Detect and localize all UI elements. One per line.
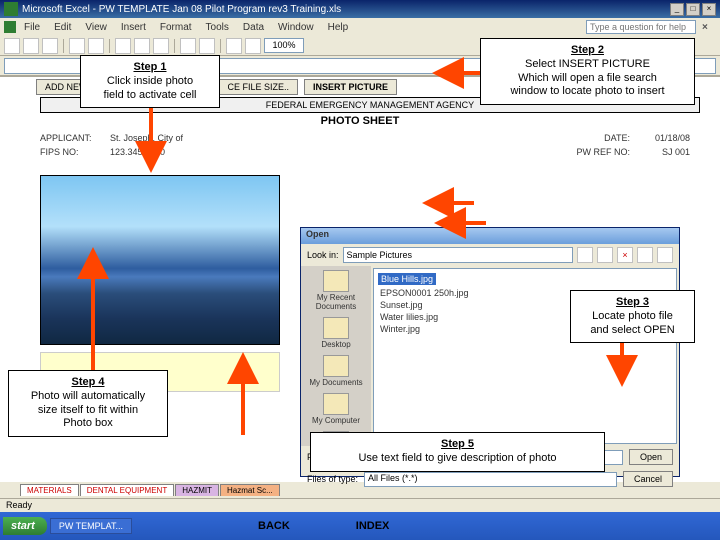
undo-icon[interactable]	[180, 38, 196, 54]
step1-callout: Step 1 Click inside photo field to activ…	[80, 55, 220, 108]
lookin-label: Look in:	[307, 250, 339, 260]
place-desktop[interactable]: Desktop	[303, 317, 369, 349]
sheet-tab[interactable]: DENTAL EQUIPMENT	[80, 484, 174, 496]
reduce-file-size-button[interactable]: CE FILE SIZE..	[219, 79, 299, 95]
menubar: File Edit View Insert Format Tools Data …	[0, 18, 720, 36]
step1-arrow	[144, 105, 158, 168]
pwref-value: SJ 001	[630, 147, 690, 161]
cancel-button[interactable]: Cancel	[623, 471, 673, 487]
sort-desc-icon[interactable]	[245, 38, 261, 54]
print-icon[interactable]	[69, 38, 85, 54]
menu-format[interactable]: Format	[154, 21, 198, 34]
step5-callout: Step 5 Use text field to give descriptio…	[310, 432, 605, 472]
back-button[interactable]: BACK	[250, 516, 298, 536]
insert-picture-button[interactable]: INSERT PICTURE	[304, 79, 397, 95]
copy-icon[interactable]	[134, 38, 150, 54]
menu-data[interactable]: Data	[237, 21, 270, 34]
step4-callout: Step 4 Photo will automatically size its…	[8, 370, 168, 437]
doc-close-button[interactable]: ×	[702, 22, 716, 33]
lookin-dropdown[interactable]: Sample Pictures	[343, 247, 573, 263]
menu-insert[interactable]: Insert	[115, 21, 152, 34]
step5-arrow	[236, 360, 250, 438]
sort-asc-icon[interactable]	[226, 38, 242, 54]
menu-view[interactable]: View	[79, 21, 113, 34]
step3-arrow-folder	[430, 196, 474, 213]
close-button[interactable]: ×	[702, 3, 716, 16]
photo-box[interactable]	[40, 175, 280, 345]
pwref-label: PW REF NO:	[570, 147, 630, 161]
name-box[interactable]	[4, 58, 84, 74]
photo-sheet-title: PHOTO SHEET	[0, 115, 720, 127]
step2-callout: Step 2 Select INSERT PICTURE Which will …	[480, 38, 695, 105]
start-button[interactable]: start	[3, 517, 47, 535]
back-icon[interactable]	[577, 247, 593, 263]
help-search-input[interactable]	[586, 20, 696, 34]
applicant-value: St. Joseph, City of	[110, 133, 570, 147]
step4-arrow	[86, 255, 100, 373]
place-mycomputer[interactable]: My Computer	[303, 393, 369, 425]
filetype-label: Files of type:	[307, 474, 358, 484]
save-icon[interactable]	[42, 38, 58, 54]
dialog-title: Open	[301, 228, 679, 244]
delete-icon[interactable]: ×	[617, 247, 633, 263]
fipsno-value: 123.34567 00	[110, 147, 570, 161]
open-icon[interactable]	[23, 38, 39, 54]
new-folder-icon[interactable]	[637, 247, 653, 263]
place-recent[interactable]: My Recent Documents	[303, 270, 369, 311]
views-icon[interactable]	[657, 247, 673, 263]
taskbar-item[interactable]: PW TEMPLAT...	[50, 518, 132, 534]
maximize-button[interactable]: □	[686, 3, 700, 16]
step3-arrow-file	[442, 216, 486, 233]
up-icon[interactable]	[597, 247, 613, 263]
zoom-box[interactable]: 100%	[264, 38, 304, 53]
redo-icon[interactable]	[199, 38, 215, 54]
menu-edit[interactable]: Edit	[48, 21, 77, 34]
place-mydocs[interactable]: My Documents	[303, 355, 369, 387]
index-button[interactable]: INDEX	[348, 516, 398, 536]
sheet-tab[interactable]: MATERIALS	[20, 484, 79, 496]
step2-arrow	[440, 66, 484, 83]
preview-icon[interactable]	[88, 38, 104, 54]
fipsno-label: FIPS NO:	[40, 147, 110, 161]
minimize-button[interactable]: _	[670, 3, 684, 16]
excel-app-icon	[4, 2, 18, 16]
cut-icon[interactable]	[115, 38, 131, 54]
selected-file[interactable]: Blue Hills.jpg	[378, 273, 436, 285]
doc-icon	[4, 21, 16, 33]
window-title: Microsoft Excel - PW TEMPLATE Jan 08 Pil…	[22, 4, 670, 15]
menu-window[interactable]: Window	[272, 21, 320, 34]
date-value: 01/18/08	[630, 133, 690, 147]
sheet-tab[interactable]: HAZMIT	[175, 484, 219, 496]
filetype-dropdown[interactable]: All Files (*.*)	[364, 472, 617, 487]
menu-help[interactable]: Help	[322, 21, 355, 34]
menu-tools[interactable]: Tools	[200, 21, 235, 34]
sheet-tab[interactable]: Hazmat Sc...	[220, 484, 280, 496]
titlebar: Microsoft Excel - PW TEMPLATE Jan 08 Pil…	[0, 0, 720, 18]
open-button[interactable]: Open	[629, 449, 673, 465]
applicant-label: APPLICANT:	[40, 133, 110, 147]
menu-file[interactable]: File	[18, 21, 46, 34]
step3-callout: Step 3 Locate photo file and select OPEN	[570, 290, 695, 343]
date-label: DATE:	[570, 133, 630, 147]
status-bar: Ready	[0, 498, 720, 512]
paste-icon[interactable]	[153, 38, 169, 54]
new-icon[interactable]	[4, 38, 20, 54]
places-bar: My Recent Documents Desktop My Documents…	[301, 266, 371, 446]
